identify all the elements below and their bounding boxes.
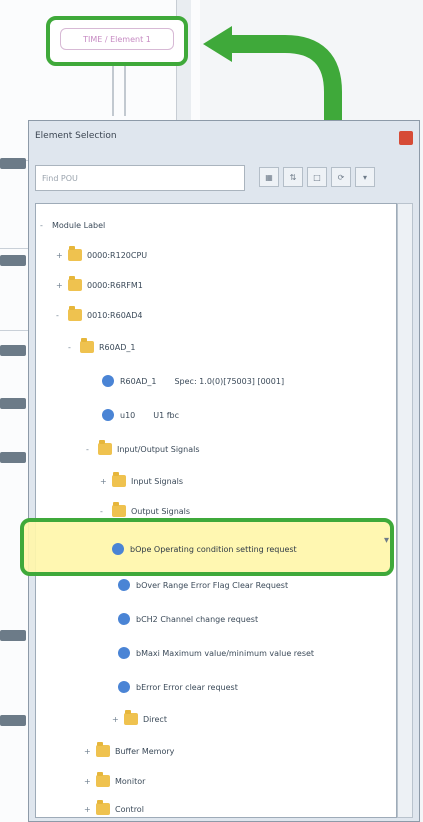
folder-icon — [96, 772, 110, 787]
signal-icon — [118, 681, 130, 693]
scrollbar[interactable] — [397, 203, 413, 818]
sort-icon[interactable]: ⇅ — [283, 167, 303, 187]
tree-label: 0000:R120CPU — [87, 250, 148, 260]
tree-label: R60AD_1 — [99, 342, 136, 352]
signal-icon — [112, 543, 124, 555]
search-input[interactable]: Find POU — [35, 165, 245, 191]
tree-item-selected[interactable]: bOpe Operating condition setting request — [112, 538, 297, 560]
tree-item[interactable]: + Input Signals — [100, 470, 183, 492]
close-icon[interactable] — [399, 131, 413, 145]
tree-label: Control — [115, 804, 144, 814]
tree-item-signal[interactable]: bError Error clear request — [118, 676, 238, 698]
tree-label: R60AD_1 — [120, 376, 157, 386]
signal-icon — [118, 647, 130, 659]
tree-label: Monitor — [115, 776, 146, 786]
refresh-icon[interactable]: ⟳ — [331, 167, 351, 187]
tree-label: bOpe Operating condition setting request — [130, 544, 297, 554]
tree-item-signal[interactable]: bCH2 Channel change request — [118, 608, 258, 630]
tree-label: Input/Output Signals — [117, 444, 200, 454]
folder-icon — [124, 710, 138, 725]
tree-item[interactable]: + Control — [84, 798, 144, 820]
menu-icon[interactable]: ▾ — [355, 167, 375, 187]
tree-item-root[interactable]: - Module Label — [40, 214, 105, 236]
tree-item[interactable]: + Monitor — [84, 770, 145, 792]
folder-icon — [68, 276, 82, 291]
signal-icon — [118, 613, 130, 625]
tree-item-signal[interactable]: bOver Range Error Flag Clear Request — [118, 574, 288, 596]
tree-label: Output Signals — [131, 506, 191, 516]
signal-icon — [118, 579, 130, 591]
tree-item-signal[interactable]: bMaxi Maximum value/minimum value reset — [118, 642, 314, 664]
window-title: Element Selection — [35, 131, 117, 141]
tree-label: Module Label — [52, 220, 106, 230]
tree-item[interactable]: - Input/Output Signals — [86, 438, 199, 460]
chevron-icon: ▾ — [384, 535, 390, 546]
tree-label: Direct — [143, 714, 167, 724]
folder-icon — [80, 338, 94, 353]
tree-item[interactable]: + Buffer Memory — [84, 740, 174, 762]
folder-icon — [68, 306, 82, 321]
folder-icon — [96, 742, 110, 757]
tree-extra-text: Spec: 1.0(0)[75003] [0001] — [174, 376, 285, 386]
tree-item-signal[interactable]: u10 U1 fbc — [102, 404, 179, 426]
tree-label: bMaxi Maximum value/minimum value reset — [136, 648, 315, 658]
tree-item[interactable]: +0000:R120CPU — [56, 244, 147, 266]
filter-icon[interactable]: ▦ — [259, 167, 279, 187]
tree-label: 0010:R60AD4 — [87, 310, 143, 320]
tree-label: bOver Range Error Flag Clear Request — [136, 580, 289, 590]
tree-item-signal[interactable]: R60AD_1 Spec: 1.0(0)[75003] [0001] — [102, 370, 284, 392]
folder-icon — [112, 502, 126, 517]
tree-item[interactable]: +0000:R6RFM1 — [56, 274, 143, 296]
toolbar: Find POU ▦ ⇅ □ ⟳ ▾ — [35, 165, 413, 193]
tree-label: bCH2 Channel change request — [136, 614, 259, 624]
tree-label: bError Error clear request — [136, 682, 238, 692]
folder-icon — [68, 246, 82, 261]
tree-label: Buffer Memory — [115, 746, 175, 756]
tree-item[interactable]: + Direct — [112, 708, 167, 730]
tree-item[interactable]: - R60AD_1 — [68, 336, 135, 358]
tree-label: Input Signals — [131, 476, 183, 486]
tree-item[interactable]: -0010:R60AD4 — [56, 304, 143, 326]
folder-icon — [98, 440, 112, 455]
signal-icon — [102, 375, 114, 387]
signal-icon — [102, 409, 114, 421]
tree-label: u10 — [120, 410, 136, 420]
tree-extra-text: U1 fbc — [153, 410, 180, 420]
folder-icon — [96, 800, 110, 815]
folder-icon — [112, 472, 126, 487]
tree-label: 0000:R6RFM1 — [87, 280, 143, 290]
view-icon[interactable]: □ — [307, 167, 327, 187]
